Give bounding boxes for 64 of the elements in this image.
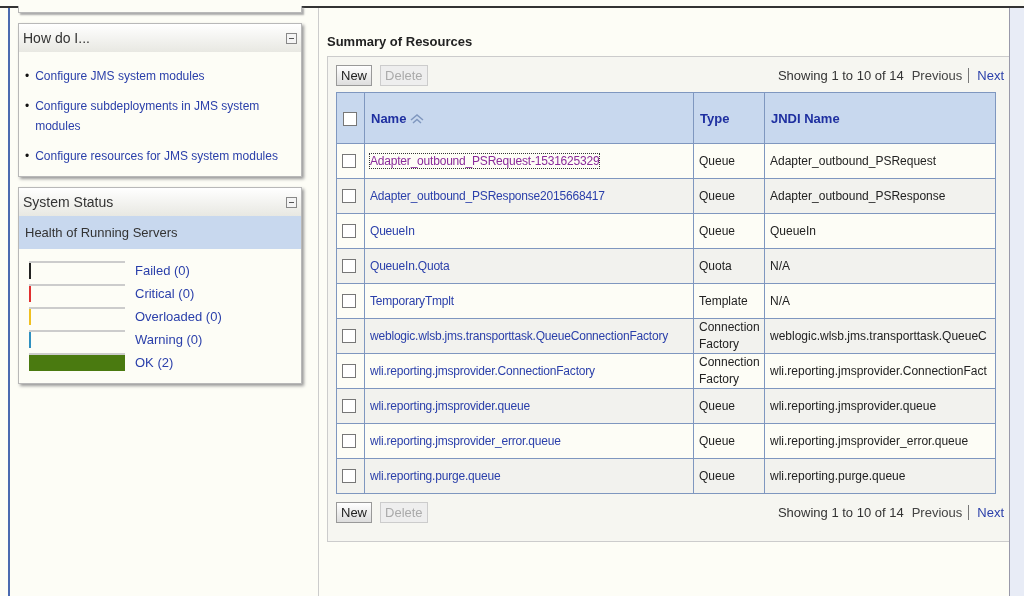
health-link[interactable]: Warning (0) xyxy=(135,331,203,347)
health-link[interactable]: Critical (0) xyxy=(135,285,195,301)
table-cell: wli.reporting.jmsprovider.ConnectionFact xyxy=(764,353,996,389)
table-cell: Quota xyxy=(693,248,765,284)
row-checkbox[interactable] xyxy=(342,329,356,344)
row-checkbox[interactable] xyxy=(342,399,356,414)
table-cell: Queue xyxy=(693,213,765,249)
next-link[interactable]: Next xyxy=(977,505,1004,520)
table-cell: Queue xyxy=(693,388,765,424)
row-checkbox[interactable] xyxy=(342,294,356,309)
table-cell: Queue xyxy=(693,458,765,494)
table-cell: Template xyxy=(693,283,765,319)
row-checkbox[interactable] xyxy=(342,259,356,274)
table-cell: wli.reporting.jmsprovider_error.queue xyxy=(764,423,996,459)
panel-subtitle: Health of Running Servers xyxy=(19,216,301,249)
scrollbar[interactable] xyxy=(1009,8,1024,596)
table-cell: Queue xyxy=(693,178,765,214)
table-cell: Connection Factory xyxy=(693,318,765,354)
row-checkbox[interactable] xyxy=(342,469,356,484)
health-link[interactable]: OK (2) xyxy=(135,354,174,370)
help-link[interactable]: Configure JMS system modules xyxy=(35,66,205,86)
table-cell: Queue xyxy=(693,423,765,459)
pagination-info: Showing 1 to 10 of 14 xyxy=(777,505,904,520)
panel-title: How do I... xyxy=(23,30,90,46)
row-checkbox[interactable] xyxy=(342,364,356,379)
column-header[interactable]: Name xyxy=(364,92,694,144)
select-all-checkbox[interactable] xyxy=(343,111,357,126)
help-link[interactable]: Configure resources for JMS system modules xyxy=(35,146,278,166)
column-header[interactable]: JNDI Name xyxy=(764,92,996,144)
previous-link[interactable]: Previous xyxy=(911,505,970,520)
health-link[interactable]: Failed (0) xyxy=(135,262,190,278)
new-button[interactable]: New xyxy=(336,502,372,523)
collapse-icon[interactable] xyxy=(286,196,297,208)
panel-title: System Status xyxy=(23,194,114,210)
table-cell: Adapter_outbound_PSResponse xyxy=(764,178,996,214)
new-button[interactable]: New xyxy=(336,65,372,86)
collapse-icon[interactable] xyxy=(286,32,297,44)
health-link[interactable]: Overloaded (0) xyxy=(135,308,222,324)
next-link[interactable]: Next xyxy=(977,68,1004,83)
table-cell: N/A xyxy=(764,248,996,284)
section-title: Summary of Resources xyxy=(327,34,474,49)
help-link[interactable]: Configure subdeployments in JMS system modules xyxy=(35,96,293,136)
table-cell: QueueIn xyxy=(764,213,996,249)
bullet: • xyxy=(25,98,30,115)
table-cell: N/A xyxy=(764,283,996,319)
bullet: • xyxy=(25,148,30,165)
previous-link[interactable]: Previous xyxy=(911,68,970,83)
row-checkbox[interactable] xyxy=(342,154,356,169)
table-cell: weblogic.wlsb.jms.transporttask.QueueC xyxy=(764,318,996,354)
table-cell: Queue xyxy=(693,143,765,179)
column-header[interactable]: Type xyxy=(693,92,765,144)
table-cell: Connection Factory xyxy=(693,353,765,389)
table-cell: wli.reporting.purge.queue xyxy=(764,458,996,494)
table-cell: Adapter_outbound_PSRequest xyxy=(764,143,996,179)
row-checkbox[interactable] xyxy=(342,434,356,449)
resource-link[interactable]: QueueIn.Quota xyxy=(370,258,450,273)
resource-link[interactable]: QueueIn xyxy=(370,223,415,238)
resource-link[interactable]: wli.reporting.purge.queue xyxy=(370,468,501,483)
row-checkbox[interactable] xyxy=(342,224,356,239)
pagination-info: Showing 1 to 10 of 14 xyxy=(777,68,904,83)
bullet: • xyxy=(25,68,30,85)
table-cell: wli.reporting.jmsprovider.queue xyxy=(764,388,996,424)
row-checkbox[interactable] xyxy=(342,189,356,204)
resource-link[interactable]: TemporaryTmplt xyxy=(370,293,454,308)
